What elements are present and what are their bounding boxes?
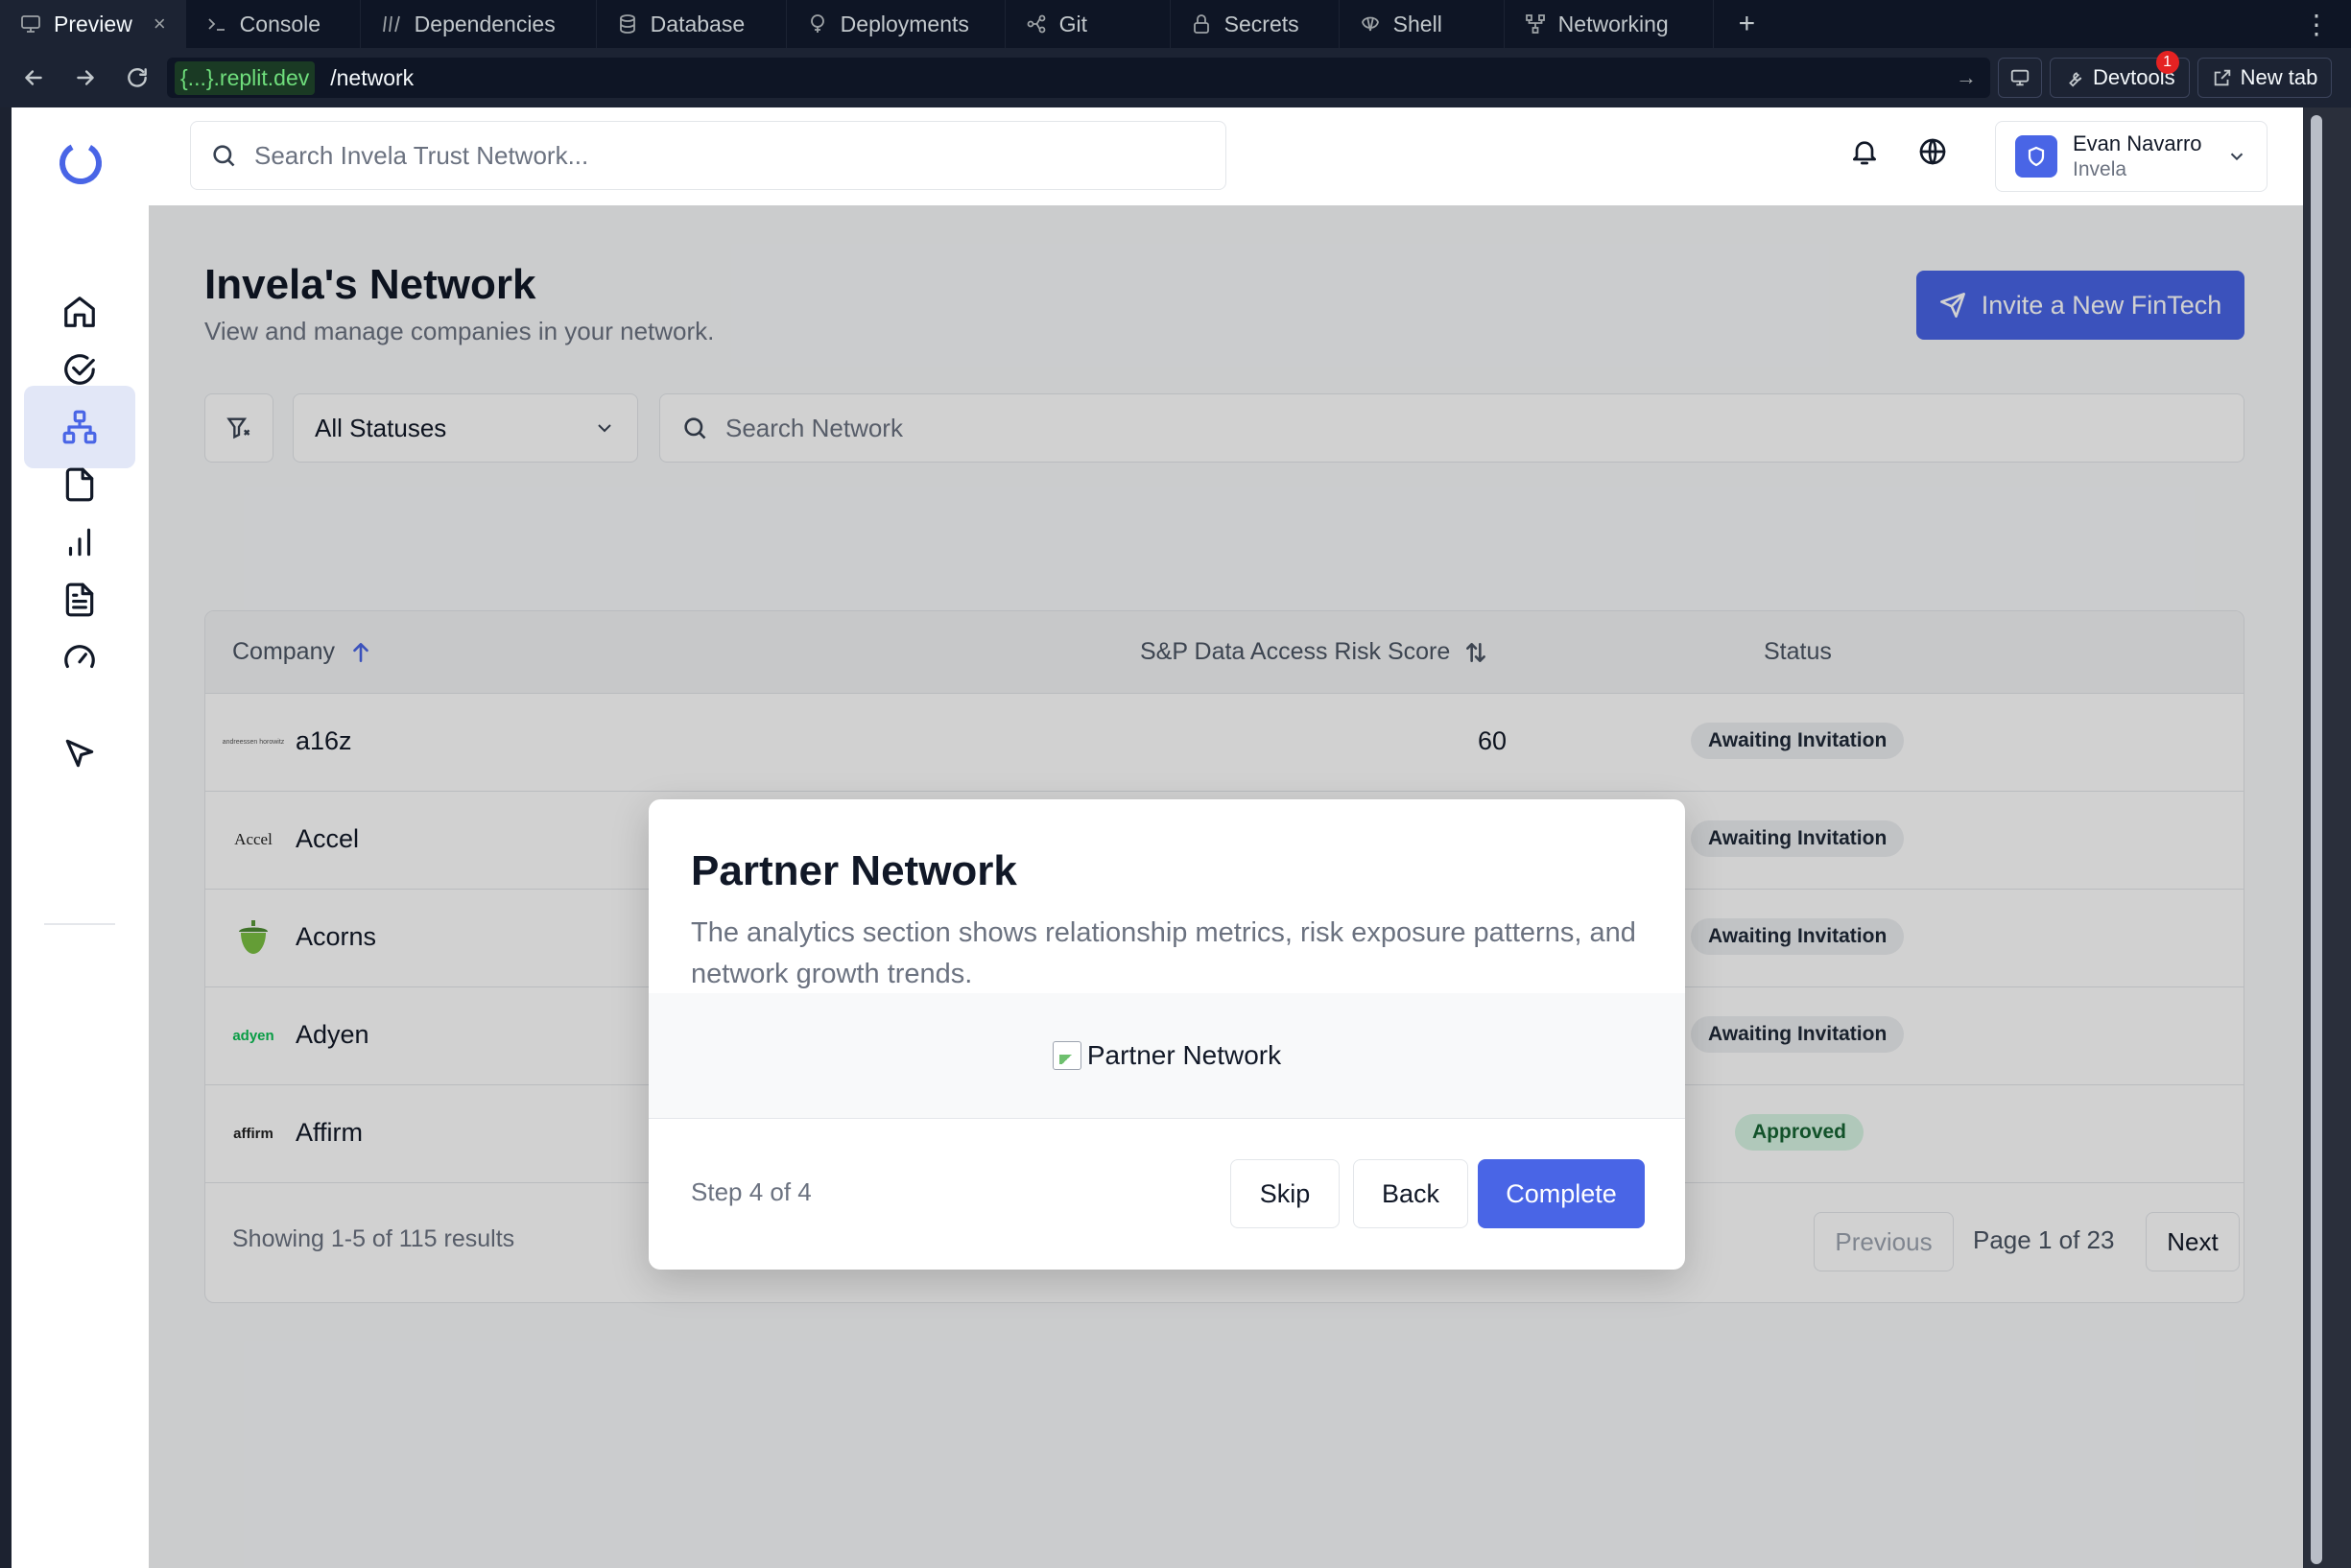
monitor-icon [21, 15, 40, 33]
broken-image-icon [1052, 1041, 1081, 1070]
file-icon [65, 467, 94, 502]
back-button[interactable]: Back [1353, 1159, 1468, 1228]
modal-image-placeholder: Partner Network [649, 993, 1685, 1118]
forward-arrow-icon[interactable] [63, 56, 107, 100]
search-icon [213, 145, 235, 167]
check-circle-icon [64, 354, 95, 385]
cursor-icon [65, 739, 94, 768]
close-icon[interactable]: × [154, 12, 166, 36]
global-search-placeholder: Search Invela Trust Network... [254, 140, 589, 170]
tab-label: Database [650, 11, 746, 36]
modal-description: The analytics section shows relationship… [691, 917, 1636, 989]
tab-label: Shell [1392, 11, 1442, 36]
step-indicator: Step 4 of 4 [691, 1177, 812, 1206]
url-field[interactable]: {...}.replit.dev /network → [167, 58, 1990, 98]
tab-label: Console [239, 11, 321, 36]
monitor-icon [2010, 69, 2030, 86]
tab-label: Preview [54, 11, 132, 36]
dependencies-icon [382, 15, 400, 33]
devtools-button[interactable]: Devtools 1 [2050, 51, 2190, 98]
device-preview-button[interactable] [1998, 58, 2042, 98]
tab-label: Networking [1557, 11, 1669, 36]
shell-icon [1361, 16, 1379, 32]
browser-url-bar: {...}.replit.dev /network → Devtools 1 N… [0, 48, 2351, 107]
sidebar-item-risk[interactable] [24, 616, 135, 699]
user-org: Invela [2073, 158, 2127, 180]
gauge-icon [64, 645, 95, 669]
complete-button[interactable]: Complete [1478, 1159, 1645, 1228]
modal-image-alt: Partner Network [1086, 1040, 1282, 1070]
top-header: Search Invela Trust Network... Evan Nava… [149, 107, 2303, 205]
tab-label: Git [1058, 11, 1088, 36]
back-arrow-icon[interactable] [12, 56, 56, 100]
external-link-icon [2214, 69, 2230, 86]
tab-label: Dependencies [414, 11, 556, 36]
url-host: {...}.replit.dev [175, 60, 316, 95]
company-shield-avatar [2015, 135, 2057, 178]
onboarding-modal: Partner Network The analytics section sh… [649, 799, 1685, 1270]
shield-icon [2028, 146, 2045, 167]
reload-icon[interactable] [115, 56, 159, 100]
network-icon [62, 410, 97, 444]
database-icon [619, 14, 635, 34]
home-icon [64, 297, 95, 327]
modal-divider [649, 1118, 1685, 1119]
tab-dependencies[interactable]: Dependencies [361, 0, 597, 48]
tab-networking[interactable]: Networking [1505, 0, 1714, 48]
deployments-icon [810, 14, 824, 33]
tab-deployments[interactable]: Deployments [787, 0, 1006, 48]
new-tab-button[interactable]: New tab [2197, 58, 2333, 98]
new-tab-label: New tab [2240, 65, 2318, 89]
git-icon [1027, 14, 1046, 34]
user-name: Evan Navarro [2073, 131, 2202, 155]
tab-console[interactable]: Console [186, 0, 361, 48]
terminal-icon [208, 18, 225, 31]
tab-secrets[interactable]: Secrets [1171, 0, 1340, 48]
document-text-icon [65, 582, 94, 617]
sidebar-item-pointer[interactable] [24, 712, 135, 795]
tab-label: Secrets [1223, 11, 1299, 36]
bar-chart-icon [68, 528, 91, 557]
app-preview: Search Invela Trust Network... Evan Nava… [12, 107, 2303, 1568]
devtools-error-badge: 1 [2155, 51, 2179, 74]
user-menu[interactable]: Evan Navarro Invela [1995, 121, 2268, 192]
tab-database[interactable]: Database [597, 0, 787, 48]
tab-label: Deployments [840, 11, 969, 36]
invela-logo[interactable] [56, 138, 106, 188]
add-tab-button[interactable]: + [1714, 0, 1781, 48]
tab-git[interactable]: Git [1006, 0, 1171, 48]
networking-icon [1525, 14, 1545, 34]
lock-icon [1193, 14, 1209, 34]
url-path: /network [330, 64, 415, 90]
globe-icon[interactable] [1917, 136, 1956, 175]
skip-button[interactable]: Skip [1230, 1159, 1340, 1228]
chevron-down-icon [2230, 153, 2244, 161]
ide-tab-bar: Preview × Console Dependencies Database … [0, 0, 2351, 48]
wrench-icon [2069, 72, 2082, 87]
modal-title: Partner Network [691, 847, 1017, 894]
sidebar [12, 107, 149, 1568]
scrollbar-thumb[interactable] [2311, 115, 2322, 1564]
tab-preview[interactable]: Preview × [0, 0, 186, 48]
more-options-icon[interactable]: ⋮ [2282, 0, 2351, 48]
go-arrow-icon[interactable]: → [1956, 65, 1977, 90]
global-search-input[interactable]: Search Invela Trust Network... [190, 121, 1226, 190]
notification-bell-icon[interactable] [1849, 136, 1888, 175]
sidebar-divider [44, 923, 115, 925]
tab-shell[interactable]: Shell [1340, 0, 1505, 48]
